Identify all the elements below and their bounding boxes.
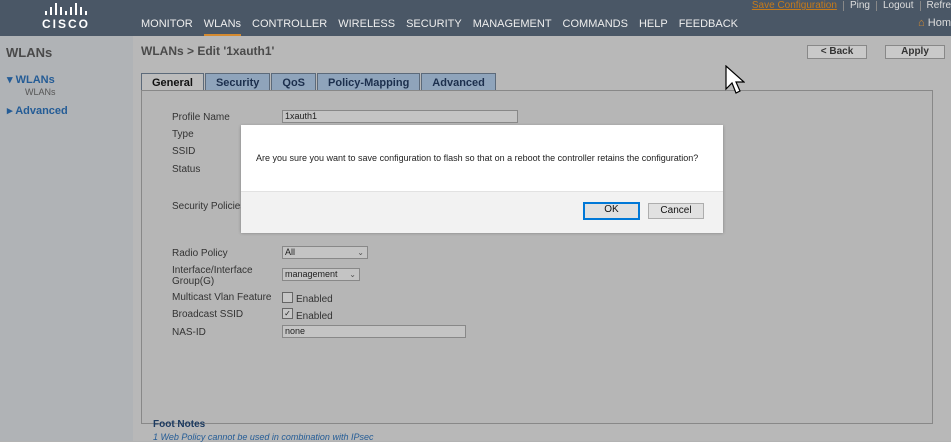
- confirm-dialog: Are you sure you want to save configurat…: [241, 125, 723, 233]
- menu-monitor[interactable]: MONITOR: [141, 17, 193, 37]
- logout-link[interactable]: Logout: [883, 0, 914, 11]
- broadcast-ssid-checkbox[interactable]: ✓: [282, 308, 293, 319]
- refresh-link[interactable]: Refre: [927, 0, 951, 11]
- menu-wlans[interactable]: WLANs: [203, 17, 242, 37]
- collapse-arrow-icon: ▾: [7, 74, 13, 86]
- sidebar-group-label: Advanced: [15, 105, 68, 117]
- radio-policy-label: Radio Policy: [172, 248, 228, 259]
- cancel-button[interactable]: Cancel: [648, 203, 704, 219]
- top-banner: CISCO Save Configuration Ping Logout Ref…: [0, 0, 951, 37]
- status-label: Status: [172, 164, 201, 175]
- multicast-vlan-label: Multicast Vlan Feature: [172, 292, 272, 303]
- security-policies-label: Security Policies: [172, 201, 246, 212]
- home-link[interactable]: ⌂ Hom: [918, 17, 951, 29]
- menu-wireless[interactable]: WIRELESS: [338, 17, 395, 37]
- profile-name-field[interactable]: 1xauth1: [282, 110, 518, 123]
- footnotes-title: Foot Notes: [153, 419, 206, 430]
- ssid-label: SSID: [172, 146, 196, 157]
- page-title: WLANs > Edit '1xauth1': [141, 44, 275, 58]
- menu-feedback[interactable]: FEEDBACK: [679, 17, 738, 37]
- interface-value: management: [285, 269, 338, 279]
- multicast-vlan-checkbox[interactable]: [282, 292, 293, 303]
- main-content: WLANs > Edit '1xauth1' < Back Apply Gene…: [133, 36, 951, 442]
- ping-link[interactable]: Ping: [850, 0, 870, 11]
- dropdown-chevron-icon: ⌄: [349, 270, 356, 279]
- expand-arrow-icon: ▸: [7, 105, 13, 117]
- save-configuration-link[interactable]: Save Configuration: [752, 0, 837, 11]
- apply-button[interactable]: Apply: [885, 45, 945, 59]
- mouse-cursor-icon: [725, 65, 745, 94]
- brand-name: CISCO: [41, 17, 90, 31]
- main-menu: MONITOR WLANs CONTROLLER WIRELESS SECURI…: [141, 17, 738, 37]
- nas-id-label: NAS-ID: [172, 327, 206, 338]
- sidebar-group-advanced[interactable]: ▸ Advanced: [7, 104, 68, 117]
- menu-help[interactable]: HELP: [639, 17, 668, 37]
- radio-policy-select[interactable]: All ⌄: [282, 246, 368, 259]
- checkmark-icon: ✓: [284, 309, 291, 318]
- divider: [842, 0, 844, 11]
- sidebar-group-label: WLANs: [15, 74, 55, 86]
- divider: [875, 0, 877, 11]
- type-label: Type: [172, 129, 194, 140]
- sidebar-item-wlans[interactable]: WLANs: [25, 87, 56, 97]
- dialog-message: Are you sure you want to save configurat…: [256, 153, 699, 163]
- broadcast-ssid-label: Broadcast SSID: [172, 309, 244, 320]
- cisco-logo: CISCO: [40, 2, 92, 32]
- multicast-vlan-option: Enabled: [296, 294, 333, 305]
- interface-label-line-2: Group(G): [172, 276, 215, 287]
- menu-security[interactable]: SECURITY: [406, 17, 462, 37]
- utility-links: Save Configuration Ping Logout Refre: [752, 0, 951, 11]
- dialog-footer: OK Cancel: [241, 191, 723, 233]
- interface-group-label: Interface/Interface Group(G): [172, 265, 253, 287]
- ok-button[interactable]: OK: [583, 202, 640, 220]
- sidebar: WLANs ▾ WLANs WLANs ▸ Advanced: [0, 36, 133, 441]
- back-button[interactable]: < Back: [807, 45, 867, 59]
- broadcast-ssid-option: Enabled: [296, 311, 333, 322]
- home-icon: ⌂: [918, 17, 925, 29]
- dropdown-chevron-icon: ⌄: [357, 248, 364, 257]
- profile-name-label: Profile Name: [172, 112, 230, 123]
- menu-controller[interactable]: CONTROLLER: [252, 17, 327, 37]
- menu-management[interactable]: MANAGEMENT: [473, 17, 552, 37]
- menu-commands[interactable]: COMMANDS: [563, 17, 628, 37]
- interface-label-line-1: Interface/Interface: [172, 265, 253, 276]
- sidebar-title: WLANs: [6, 45, 53, 60]
- divider: [919, 0, 921, 11]
- nas-id-field[interactable]: none: [282, 325, 466, 338]
- radio-policy-value: All: [285, 247, 296, 257]
- sidebar-group-wlans[interactable]: ▾ WLANs: [7, 73, 55, 86]
- home-label: Hom: [927, 17, 951, 29]
- interface-select[interactable]: management ⌄: [282, 268, 360, 281]
